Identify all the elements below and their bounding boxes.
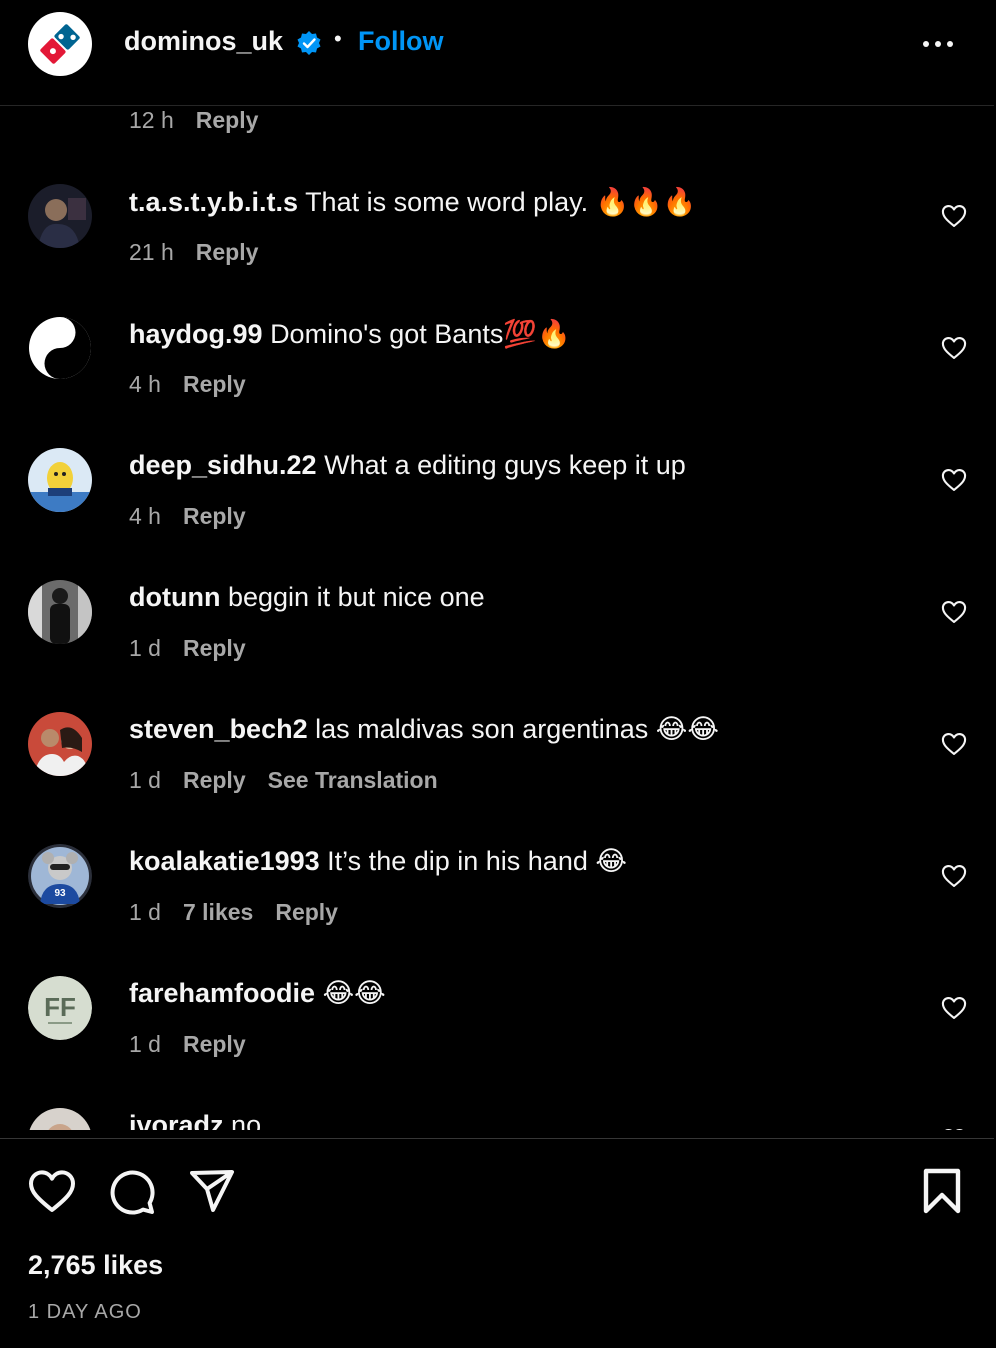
post-like-count[interactable]: 2,765 likes bbox=[28, 1250, 163, 1281]
comment-meta: 1 d Reply bbox=[129, 1031, 268, 1058]
reply-button[interactable]: Reply bbox=[196, 239, 259, 265]
comment-time: 1 d bbox=[129, 899, 161, 925]
heart-icon[interactable] bbox=[28, 1168, 76, 1214]
avatar[interactable] bbox=[28, 316, 92, 380]
reply-button[interactable]: Reply bbox=[183, 371, 246, 397]
comments-list[interactable]: 12 h Reply t.a.s.t.y.b.i.t.s That is some… bbox=[0, 107, 996, 1130]
like-comment-heart-icon[interactable] bbox=[940, 334, 968, 362]
avatar[interactable] bbox=[28, 448, 92, 512]
comment-time: 1 d bbox=[129, 767, 161, 793]
comment-username[interactable]: ivoradz bbox=[129, 1110, 224, 1130]
comment-text: 😂😂 bbox=[322, 978, 386, 1008]
comment-body: koalakatie1993 It’s the dip in his hand … bbox=[129, 846, 627, 877]
comment-time: 12 h bbox=[129, 107, 174, 133]
avatar[interactable]: FF bbox=[28, 976, 92, 1040]
comment-body: t.a.s.t.y.b.i.t.s That is some word play… bbox=[129, 186, 697, 218]
like-comment-heart-icon[interactable] bbox=[940, 202, 968, 230]
comment-body: ivoradz no bbox=[129, 1110, 261, 1130]
comment-text: las maldivas son argentinas 😂😂 bbox=[315, 714, 719, 744]
like-comment-heart-icon[interactable] bbox=[940, 862, 968, 890]
see-translation-button[interactable]: See Translation bbox=[268, 767, 438, 793]
comment-likes[interactable]: 7 likes bbox=[183, 899, 253, 925]
comment-icon[interactable] bbox=[108, 1168, 156, 1216]
footer-divider bbox=[0, 1138, 994, 1139]
comment-meta: 1 d Reply bbox=[129, 635, 268, 662]
comment-time: 1 d bbox=[129, 1031, 161, 1057]
reply-button[interactable]: Reply bbox=[183, 635, 246, 661]
comment-body: deep_sidhu.22 What a editing guys keep i… bbox=[129, 450, 686, 481]
dominos-logo-icon[interactable] bbox=[28, 12, 92, 76]
like-comment-heart-icon[interactable] bbox=[940, 466, 968, 494]
like-comment-heart-icon[interactable] bbox=[940, 730, 968, 758]
comment-time: 4 h bbox=[129, 371, 161, 397]
share-icon[interactable] bbox=[188, 1168, 236, 1214]
header-separator: • bbox=[334, 26, 342, 51]
reply-button[interactable]: Reply bbox=[183, 1031, 246, 1057]
comment-meta: 4 h Reply bbox=[129, 371, 268, 398]
avatar[interactable] bbox=[28, 1108, 92, 1130]
comment-time: 4 h bbox=[129, 503, 161, 529]
comment-text: Domino's got Bants💯🔥 bbox=[270, 319, 571, 349]
reply-button[interactable]: Reply bbox=[183, 767, 246, 793]
comment-meta: 21 h Reply bbox=[129, 239, 280, 266]
comment-username[interactable]: t.a.s.t.y.b.i.t.s bbox=[129, 187, 298, 217]
comment-text: It’s the dip in his hand 😂 bbox=[327, 846, 627, 876]
comment-meta: 1 d Reply See Translation bbox=[129, 767, 460, 794]
verified-badge-icon bbox=[297, 31, 321, 55]
avatar-initials: FF bbox=[44, 992, 76, 1022]
avatar[interactable] bbox=[28, 184, 92, 248]
like-comment-heart-icon[interactable] bbox=[940, 1126, 968, 1130]
comment-time: 21 h bbox=[129, 239, 174, 265]
more-options-icon[interactable] bbox=[918, 30, 958, 58]
comment-text: beggin it but nice one bbox=[227, 582, 485, 612]
comment-body: dotunn beggin it but nice one bbox=[129, 582, 485, 613]
reply-button[interactable]: Reply bbox=[183, 503, 246, 529]
comment-meta: 4 h Reply bbox=[129, 503, 268, 530]
like-comment-heart-icon[interactable] bbox=[940, 994, 968, 1022]
post-header: dominos_uk • Follow bbox=[0, 0, 994, 106]
comment-text: no bbox=[231, 1110, 262, 1130]
comment-meta: 12 h Reply bbox=[129, 107, 280, 134]
comment-meta: 1 d 7 likes Reply bbox=[129, 899, 360, 926]
comment-text: That is some word play. 🔥🔥🔥 bbox=[305, 187, 697, 217]
avatar-jersey-number: 93 bbox=[54, 888, 66, 899]
reply-button[interactable]: Reply bbox=[275, 899, 338, 925]
follow-button[interactable]: Follow bbox=[358, 26, 443, 57]
post-timestamp: 1 DAY AGO bbox=[28, 1301, 142, 1323]
avatar[interactable] bbox=[28, 712, 92, 776]
comment-time: 1 d bbox=[129, 635, 161, 661]
reply-button[interactable]: Reply bbox=[196, 107, 259, 133]
comment-body: haydog.99 Domino's got Bants💯🔥 bbox=[129, 318, 571, 350]
comment-username[interactable]: haydog.99 bbox=[129, 319, 263, 349]
comment-username[interactable]: farehamfoodie bbox=[129, 978, 315, 1008]
comment-username[interactable]: steven_bech2 bbox=[129, 714, 308, 744]
comment-body: steven_bech2 las maldivas son argentinas… bbox=[129, 714, 719, 745]
comment-body: farehamfoodie 😂😂 bbox=[129, 978, 386, 1009]
comment-text: What a editing guys keep it up bbox=[324, 450, 686, 480]
bookmark-icon[interactable] bbox=[920, 1168, 964, 1214]
avatar[interactable] bbox=[28, 580, 92, 644]
comment-username[interactable]: dotunn bbox=[129, 582, 220, 612]
like-comment-heart-icon[interactable] bbox=[940, 598, 968, 626]
post-comments-view: dominos_uk • Follow 12 h Reply t.a.s.t.y… bbox=[0, 0, 996, 1348]
header-username[interactable]: dominos_uk bbox=[124, 26, 283, 57]
comment-username[interactable]: deep_sidhu.22 bbox=[129, 450, 317, 480]
avatar[interactable]: 93 bbox=[28, 844, 92, 908]
comment-username[interactable]: koalakatie1993 bbox=[129, 846, 320, 876]
